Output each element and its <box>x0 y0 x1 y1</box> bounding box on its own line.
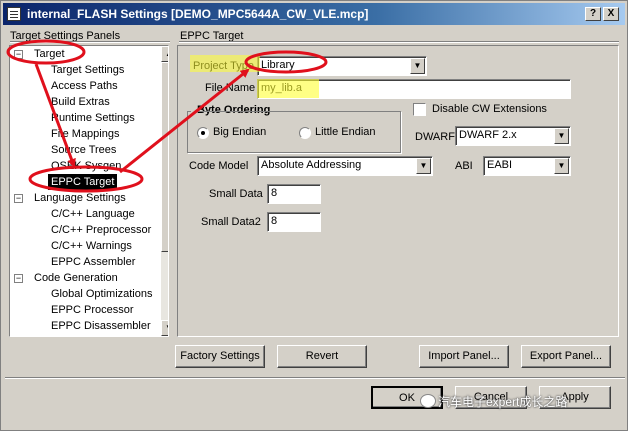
small-data-input[interactable]: 8 <box>267 184 321 204</box>
scroll-thumb[interactable] <box>161 62 168 252</box>
project-type-value: Library <box>261 59 295 71</box>
small-data2-value: 8 <box>271 215 278 227</box>
tree-item-eppc-target[interactable]: EPPC Target <box>48 174 118 190</box>
code-model-value: Absolute Addressing <box>261 159 362 171</box>
wechat-icon <box>420 394 436 408</box>
tree-item-build-extras[interactable]: Build Extras <box>51 94 110 110</box>
scroll-down-arrow-icon[interactable]: ▼ <box>161 320 168 336</box>
tree-item-file-mappings[interactable]: File Mappings <box>51 126 119 142</box>
file-name-input[interactable]: my_lib.a <box>257 79 571 99</box>
export-panel-button[interactable]: Export Panel... <box>521 345 611 368</box>
tree-item-target-settings[interactable]: Target Settings <box>51 62 124 78</box>
close-button[interactable]: X <box>603 7 619 21</box>
import-panel-button[interactable]: Import Panel... <box>419 345 509 368</box>
project-type-select[interactable]: Library ▼ <box>257 56 427 76</box>
expander-code-generation[interactable]: − <box>14 274 23 283</box>
disable-cw-extensions-checkbox[interactable] <box>413 103 426 116</box>
tree-item-global-optimizations[interactable]: Global Optimizations <box>51 286 153 302</box>
tree-item-source-trees[interactable]: Source Trees <box>51 142 116 158</box>
little-endian-label: Little Endian <box>315 126 376 138</box>
chevron-down-icon[interactable]: ▼ <box>410 58 425 74</box>
big-endian-radio[interactable] <box>197 127 209 139</box>
small-data-value: 8 <box>271 187 278 199</box>
tree-item-cpp-warnings[interactable]: C/C++ Warnings <box>51 238 132 254</box>
revert-button[interactable]: Revert <box>277 345 367 368</box>
abi-select[interactable]: EABI ▼ <box>483 156 571 176</box>
code-model-label: Code Model <box>189 160 249 172</box>
tree-item-cpp-language[interactable]: C/C++ Language <box>51 206 135 222</box>
file-name-value: my_lib.a <box>261 82 302 94</box>
settings-window: internal_FLASH Settings [DEMO_MPC5644A_C… <box>0 0 628 431</box>
tree-item-code-generation[interactable]: Code Generation <box>34 270 118 286</box>
little-endian-radio[interactable] <box>299 127 311 139</box>
tree-item-access-paths[interactable]: Access Paths <box>51 78 118 94</box>
tree-item-eppc-disassembler[interactable]: EPPC Disassembler <box>51 318 151 334</box>
dwarf-value: DWARF 2.x <box>459 129 517 141</box>
dwarf-label: DWARF <box>415 131 455 143</box>
tree-scrollbar[interactable]: ▲ ▼ <box>161 46 168 336</box>
dwarf-select[interactable]: DWARF 2.x ▼ <box>455 126 571 146</box>
tree-item-runtime-settings[interactable]: Runtime Settings <box>51 110 135 126</box>
small-data2-label: Small Data2 <box>201 216 261 228</box>
help-button[interactable]: ? <box>585 7 601 21</box>
file-name-label: File Name <box>205 82 256 94</box>
expander-target[interactable]: − <box>14 50 23 59</box>
factory-settings-button[interactable]: Factory Settings <box>175 345 265 368</box>
tree-item-osek-sysgen[interactable]: OSEK Sysgen <box>51 158 121 174</box>
scroll-up-arrow-icon[interactable]: ▲ <box>161 46 168 62</box>
abi-value: EABI <box>487 159 513 171</box>
right-title-divider <box>179 41 619 43</box>
settings-tree[interactable]: − Target Target Settings Access Paths Bu… <box>9 45 169 337</box>
code-model-select[interactable]: Absolute Addressing ▼ <box>257 156 433 176</box>
big-endian-label: Big Endian <box>213 126 267 138</box>
chevron-down-icon[interactable]: ▼ <box>554 128 569 144</box>
title-bar[interactable]: internal_FLASH Settings [DEMO_MPC5644A_C… <box>3 3 625 25</box>
small-data2-input[interactable]: 8 <box>267 212 321 232</box>
small-data-label: Small Data <box>209 188 263 200</box>
chevron-down-icon[interactable]: ▼ <box>416 158 431 174</box>
tree-item-cpp-preprocessor[interactable]: C/C++ Preprocessor <box>51 222 151 238</box>
tree-item-target[interactable]: Target <box>34 46 65 62</box>
abi-label: ABI <box>455 160 473 172</box>
app-icon <box>7 7 21 21</box>
bottom-divider <box>5 377 625 379</box>
chevron-down-icon[interactable]: ▼ <box>554 158 569 174</box>
tree-item-eppc-assembler[interactable]: EPPC Assembler <box>51 254 135 270</box>
tree-item-eppc-processor[interactable]: EPPC Processor <box>51 302 134 318</box>
window-title: internal_FLASH Settings [DEMO_MPC5644A_C… <box>27 7 369 21</box>
project-type-label: Project Type <box>193 60 254 72</box>
watermark-text: 汽车电子expert成长之路 <box>438 395 568 409</box>
tree-item-language-settings[interactable]: Language Settings <box>34 190 126 206</box>
disable-cw-extensions-label: Disable CW Extensions <box>432 103 547 115</box>
expander-language-settings[interactable]: − <box>14 194 23 203</box>
left-title-divider <box>10 41 170 43</box>
